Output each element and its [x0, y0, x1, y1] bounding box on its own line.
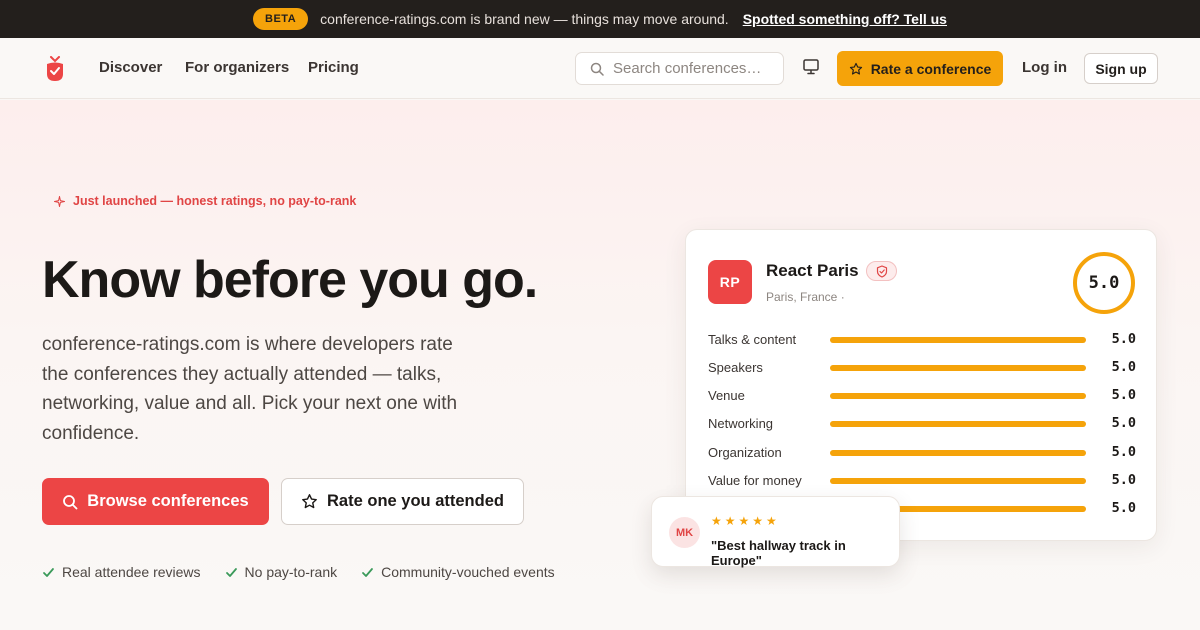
signup-button[interactable]: Sign up: [1084, 53, 1158, 84]
review-stars: ★★★★★: [711, 514, 780, 528]
rating-label: Talks & content: [708, 332, 797, 347]
hero-description: conference-ratings.com is where develope…: [42, 334, 458, 444]
launch-badge-text: Just launched — honest ratings, no pay-t…: [73, 194, 357, 208]
rating-bar: [830, 393, 1086, 399]
review-bubble: MK ★★★★★ "Best hallway track in Europe": [651, 496, 900, 568]
conference-name: React Paris: [766, 261, 859, 280]
rate-conference-button[interactable]: Rate a conference: [837, 51, 1003, 86]
search-icon: [63, 494, 78, 509]
top-nav: Discover For organizers Pricing Search c…: [0, 38, 1200, 99]
rating-label: Speakers: [708, 360, 763, 375]
rating-row: Venue 5.0: [708, 386, 1136, 406]
nav-discover[interactable]: Discover: [99, 59, 162, 76]
search-placeholder: Search conferences…: [613, 60, 762, 77]
login-link[interactable]: Log in: [1022, 59, 1067, 76]
browse-conferences-label: Browse conferences: [87, 492, 249, 510]
rating-label: Venue: [708, 388, 745, 403]
overall-score: 5.0: [1073, 252, 1135, 314]
sparkle-icon: [54, 195, 65, 207]
rate-attended-button[interactable]: Rate one you attended: [281, 478, 524, 525]
rating-bar: [830, 450, 1086, 456]
rating-bar: [830, 365, 1086, 371]
rating-row: Talks & content 5.0: [708, 330, 1136, 350]
rating-label: Organization: [708, 445, 782, 460]
check-label: Community-vouched events: [381, 564, 555, 580]
beta-badge: BETA: [253, 8, 309, 30]
rating-bar: [830, 478, 1086, 484]
beta-message: conference-ratings.com is brand new — th…: [320, 11, 729, 27]
browse-conferences-button[interactable]: Browse conferences: [42, 478, 269, 525]
check-icon: [43, 567, 54, 577]
conference-avatar: RP: [708, 260, 752, 304]
launch-badge: Just launched — honest ratings, no pay-t…: [54, 194, 356, 208]
check-label: No pay-to-rank: [244, 564, 338, 580]
rate-conference-label: Rate a conference: [870, 60, 992, 77]
rate-attended-label: Rate one you attended: [327, 492, 504, 510]
rating-value: 5.0: [1111, 415, 1136, 431]
rating-label: Networking: [708, 416, 774, 431]
star-icon: [849, 62, 862, 75]
page-title: Know before you go.: [42, 251, 538, 309]
search-input[interactable]: Search conferences…: [575, 52, 784, 85]
conference-location: Paris, France ·: [766, 290, 845, 304]
beta-banner: BETA conference-ratings.com is brand new…: [0, 0, 1200, 38]
check-label: Real attendee reviews: [62, 564, 201, 580]
rating-row: Value for money 5.0: [708, 471, 1136, 491]
verified-badge: [866, 261, 897, 281]
rating-value: 5.0: [1111, 472, 1136, 488]
search-icon: [590, 62, 604, 76]
rating-row: Organization 5.0: [708, 443, 1136, 463]
feature-checks: Real attendee reviews No pay-to-rank Com…: [42, 564, 555, 580]
shield-check-icon: [876, 264, 887, 278]
logo-icon[interactable]: [44, 56, 66, 82]
check-icon: [362, 567, 374, 577]
nav-for-organizers[interactable]: For organizers: [185, 59, 289, 76]
rating-row: Networking 5.0: [708, 414, 1136, 434]
rating-bar: [830, 421, 1086, 427]
rating-value: 5.0: [1111, 359, 1136, 375]
rating-value: 5.0: [1111, 444, 1136, 460]
nav-pricing[interactable]: Pricing: [308, 59, 359, 76]
rating-value: 5.0: [1111, 331, 1136, 347]
check-item: No pay-to-rank: [225, 564, 338, 580]
check-item: Real attendee reviews: [42, 564, 201, 580]
star-icon: [302, 494, 317, 509]
conference-card[interactable]: RP React Paris Paris, France · 5.0 Talks…: [685, 229, 1157, 541]
rating-label: Value for money: [708, 473, 802, 488]
hero-section: Just launched — honest ratings, no pay-t…: [0, 100, 1200, 630]
feedback-link[interactable]: Spotted something off? Tell us: [743, 11, 947, 27]
rating-value: 5.0: [1111, 387, 1136, 403]
review-quote: "Best hallway track in Europe": [711, 538, 846, 568]
check-icon: [225, 567, 237, 577]
monitor-icon[interactable]: [801, 58, 821, 76]
rating-bar: [830, 337, 1086, 343]
rating-row: Speakers 5.0: [708, 358, 1136, 378]
reviewer-avatar: MK: [669, 517, 700, 548]
check-item: Community-vouched events: [361, 564, 555, 580]
rating-value: 5.0: [1111, 500, 1136, 516]
